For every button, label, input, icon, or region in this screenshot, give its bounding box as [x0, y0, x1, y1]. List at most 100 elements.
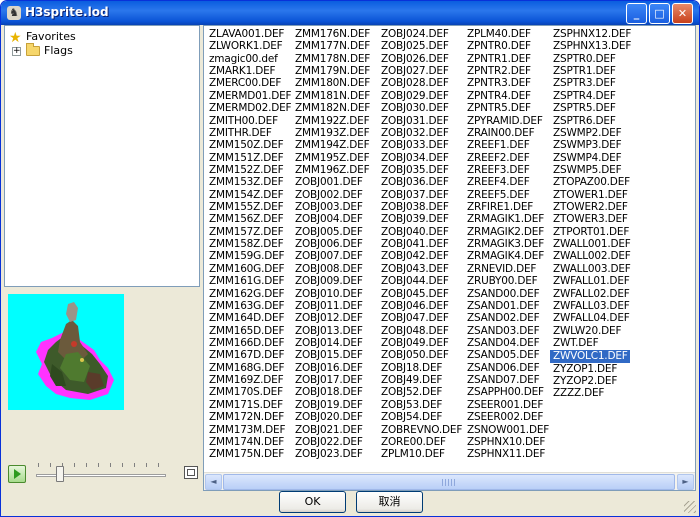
- file-item[interactable]: ZSPTR1.DEF: [550, 65, 636, 77]
- file-item[interactable]: ZOBJ005.DEF: [292, 226, 378, 238]
- file-item[interactable]: ZSAND06.DEF: [464, 362, 550, 374]
- file-item[interactable]: ZREEF4.DEF: [464, 176, 550, 188]
- file-item[interactable]: ZMERC00.DEF: [206, 77, 292, 89]
- file-item[interactable]: ZPYRAMID.DEF: [464, 115, 550, 127]
- close-button[interactable]: ✕: [672, 3, 693, 24]
- file-item[interactable]: ZOBJ043.DEF: [378, 263, 464, 275]
- file-item[interactable]: ZSEER001.DEF: [464, 399, 550, 411]
- file-item[interactable]: ZOBJ021.DEF: [292, 424, 378, 436]
- file-item[interactable]: ZTOWER1.DEF: [550, 189, 636, 201]
- ok-button[interactable]: OK: [279, 491, 346, 513]
- file-item[interactable]: ZWALL002.DEF: [550, 250, 636, 262]
- fit-view-icon[interactable]: [184, 466, 198, 479]
- file-item[interactable]: ZSAPPH00.DEF: [464, 386, 550, 398]
- file-item[interactable]: ZOBJ035.DEF: [378, 164, 464, 176]
- file-item[interactable]: ZMM157Z.DEF: [206, 226, 292, 238]
- file-item[interactable]: ZOBJ017.DEF: [292, 374, 378, 386]
- file-item[interactable]: ZOBJ050.DEF: [378, 349, 464, 361]
- file-item[interactable]: ZRMAGIK1.DEF: [464, 213, 550, 225]
- file-item[interactable]: ZREEF5.DEF: [464, 189, 550, 201]
- file-item[interactable]: ZMM160G.DEF: [206, 263, 292, 275]
- file-item[interactable]: ZLAVA001.DEF: [206, 28, 292, 40]
- file-item[interactable]: ZMM194Z.DEF: [292, 139, 378, 151]
- file-item[interactable]: ZMM195Z.DEF: [292, 152, 378, 164]
- file-item[interactable]: ZMM166D.DEF: [206, 337, 292, 349]
- file-item[interactable]: ZOBJ038.DEF: [378, 201, 464, 213]
- file-item[interactable]: ZLWORK1.DEF: [206, 40, 292, 52]
- file-item[interactable]: ZMM178N.DEF: [292, 53, 378, 65]
- file-item[interactable]: ZSPTR3.DEF: [550, 77, 636, 89]
- file-item[interactable]: ZRUBY00.DEF: [464, 275, 550, 287]
- file-item[interactable]: ZRAIN00.DEF: [464, 127, 550, 139]
- file-item[interactable]: ZOBJ49.DEF: [378, 374, 464, 386]
- file-item[interactable]: ZSWMP4.DEF: [550, 152, 636, 164]
- file-item[interactable]: ZOBJ028.DEF: [378, 77, 464, 89]
- file-item[interactable]: ZOBJ032.DEF: [378, 127, 464, 139]
- file-item[interactable]: ZSWMP3.DEF: [550, 139, 636, 151]
- file-item[interactable]: ZRMAGIK3.DEF: [464, 238, 550, 250]
- file-item[interactable]: ZSPHNX11.DEF: [464, 448, 550, 460]
- file-item[interactable]: ZWT.DEF: [550, 337, 636, 349]
- play-icon[interactable]: [8, 465, 26, 483]
- file-item[interactable]: ZOBJ015.DEF: [292, 349, 378, 361]
- file-item[interactable]: ZSPTR5.DEF: [550, 102, 636, 114]
- file-item[interactable]: ZREEF2.DEF: [464, 152, 550, 164]
- file-item[interactable]: ZSPHNX10.DEF: [464, 436, 550, 448]
- file-item[interactable]: ZMM177N.DEF: [292, 40, 378, 52]
- file-item[interactable]: ZWALL003.DEF: [550, 263, 636, 275]
- file-item[interactable]: ZOBJ001.DEF: [292, 176, 378, 188]
- file-item[interactable]: ZOBJ037.DEF: [378, 189, 464, 201]
- file-item[interactable]: ZMM171S.DEF: [206, 399, 292, 411]
- file-item[interactable]: ZOBJ018.DEF: [292, 386, 378, 398]
- file-item[interactable]: ZOBJ036.DEF: [378, 176, 464, 188]
- file-item[interactable]: ZSAND04.DEF: [464, 337, 550, 349]
- file-item[interactable]: ZMM181N.DEF: [292, 90, 378, 102]
- file-item[interactable]: ZMM158Z.DEF: [206, 238, 292, 250]
- file-item[interactable]: ZMM193Z.DEF: [292, 127, 378, 139]
- file-item[interactable]: ZPLM10.DEF: [378, 448, 464, 460]
- file-item[interactable]: ZRNEVID.DEF: [464, 263, 550, 275]
- file-item[interactable]: ZMM180N.DEF: [292, 77, 378, 89]
- title-bar[interactable]: ♞ H3sprite.lod _ □ ✕: [1, 1, 699, 25]
- file-item[interactable]: ZOBJ002.DEF: [292, 189, 378, 201]
- file-item[interactable]: ZOBJ52.DEF: [378, 386, 464, 398]
- file-item[interactable]: ZPLM40.DEF: [464, 28, 550, 40]
- file-item[interactable]: ZMITHR.DEF: [206, 127, 292, 139]
- file-item[interactable]: ZOBJ004.DEF: [292, 213, 378, 225]
- file-item[interactable]: ZOBJ013.DEF: [292, 325, 378, 337]
- file-item[interactable]: ZOBJ011.DEF: [292, 300, 378, 312]
- file-item[interactable]: ZOBJ009.DEF: [292, 275, 378, 287]
- file-item[interactable]: ZRMAGIK4.DEF: [464, 250, 550, 262]
- file-item[interactable]: ZWLW20.DEF: [550, 325, 636, 337]
- file-item[interactable]: ZWFALL02.DEF: [550, 288, 636, 300]
- file-item[interactable]: ZMM163G.DEF: [206, 300, 292, 312]
- file-item[interactable]: ZTPORT01.DEF: [550, 226, 636, 238]
- file-item[interactable]: ZMITH00.DEF: [206, 115, 292, 127]
- file-item[interactable]: ZMM154Z.DEF: [206, 189, 292, 201]
- file-item[interactable]: ZOBJ044.DEF: [378, 275, 464, 287]
- file-item[interactable]: ZMM151Z.DEF: [206, 152, 292, 164]
- maximize-button[interactable]: □: [649, 3, 670, 24]
- file-item[interactable]: ZMM164D.DEF: [206, 312, 292, 324]
- file-item[interactable]: ZTOWER2.DEF: [550, 201, 636, 213]
- scrollbar-thumb[interactable]: [223, 474, 675, 490]
- file-item[interactable]: ZTOWER3.DEF: [550, 213, 636, 225]
- file-item[interactable]: ZREEF1.DEF: [464, 139, 550, 151]
- file-item[interactable]: ZOBJ53.DEF: [378, 399, 464, 411]
- file-item[interactable]: ZPNTR4.DEF: [464, 90, 550, 102]
- file-item[interactable]: ZPNTR5.DEF: [464, 102, 550, 114]
- scroll-right-icon[interactable]: ►: [677, 474, 694, 490]
- file-item[interactable]: ZOBJ18.DEF: [378, 362, 464, 374]
- file-item[interactable]: ZWALL001.DEF: [550, 238, 636, 250]
- file-item[interactable]: ZMM175N.DEF: [206, 448, 292, 460]
- file-item[interactable]: ZSPTR6.DEF: [550, 115, 636, 127]
- file-item[interactable]: ZOBJ006.DEF: [292, 238, 378, 250]
- file-item[interactable]: ZMM179N.DEF: [292, 65, 378, 77]
- file-item[interactable]: ZOBJ025.DEF: [378, 40, 464, 52]
- file-item[interactable]: ZOBJ016.DEF: [292, 362, 378, 374]
- file-item[interactable]: ZMM155Z.DEF: [206, 201, 292, 213]
- file-item[interactable]: ZRMAGIK2.DEF: [464, 226, 550, 238]
- file-item[interactable]: ZREEF3.DEF: [464, 164, 550, 176]
- file-item[interactable]: ZMM173M.DEF: [206, 424, 292, 436]
- cancel-button[interactable]: 取消: [356, 491, 423, 513]
